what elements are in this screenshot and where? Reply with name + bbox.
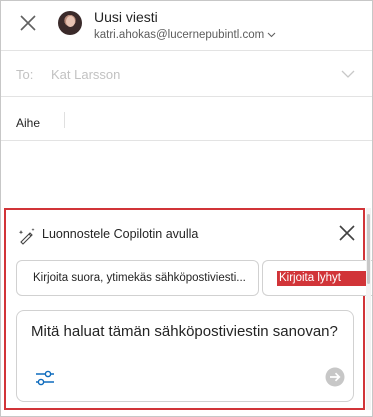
subject-input[interactable] — [64, 112, 65, 128]
suggestion-label: Kirjoita suora, ytimekäs sähköpostiviest… — [33, 272, 246, 284]
copilot-title: Luonnostele Copilotin avulla — [42, 227, 199, 241]
to-label: To: — [16, 67, 34, 82]
avatar[interactable] — [58, 11, 82, 35]
close-icon[interactable] — [338, 224, 356, 242]
sender-address: katri.ahokas@lucernepubintl.com — [94, 29, 265, 41]
chevron-down-icon — [267, 32, 276, 38]
divider — [1, 140, 372, 141]
compose-title: Uusi viesti — [94, 9, 158, 25]
scrollbar[interactable] — [366, 208, 371, 410]
send-arrow-icon[interactable] — [325, 367, 345, 387]
chevron-down-icon[interactable] — [341, 70, 355, 78]
suggestion-label: Kirjoita lyhyt — [277, 270, 371, 286]
divider — [1, 96, 372, 97]
copilot-panel: Luonnostele Copilotin avulla Kirjoita su… — [4, 208, 372, 410]
prompt-placeholder: Mitä haluat tämän sähköpostiviestin sano… — [31, 323, 338, 340]
copilot-pen-icon — [18, 228, 35, 245]
suggestion-chip[interactable]: Kirjoita suora, ytimekäs sähköpostiviest… — [16, 260, 259, 296]
to-field[interactable]: Kat Larsson — [51, 67, 120, 82]
subject-label: Aihe — [16, 116, 41, 130]
copilot-prompt-input[interactable]: Mitä haluat tämän sähköpostiviestin sano… — [16, 310, 354, 402]
settings-sliders-icon[interactable] — [35, 369, 55, 387]
suggestion-chip[interactable]: Kirjoita lyhyt — [262, 260, 372, 296]
divider — [1, 50, 372, 51]
close-icon[interactable] — [19, 14, 37, 32]
sender-selector[interactable]: katri.ahokas@lucernepubintl.com — [94, 29, 276, 41]
